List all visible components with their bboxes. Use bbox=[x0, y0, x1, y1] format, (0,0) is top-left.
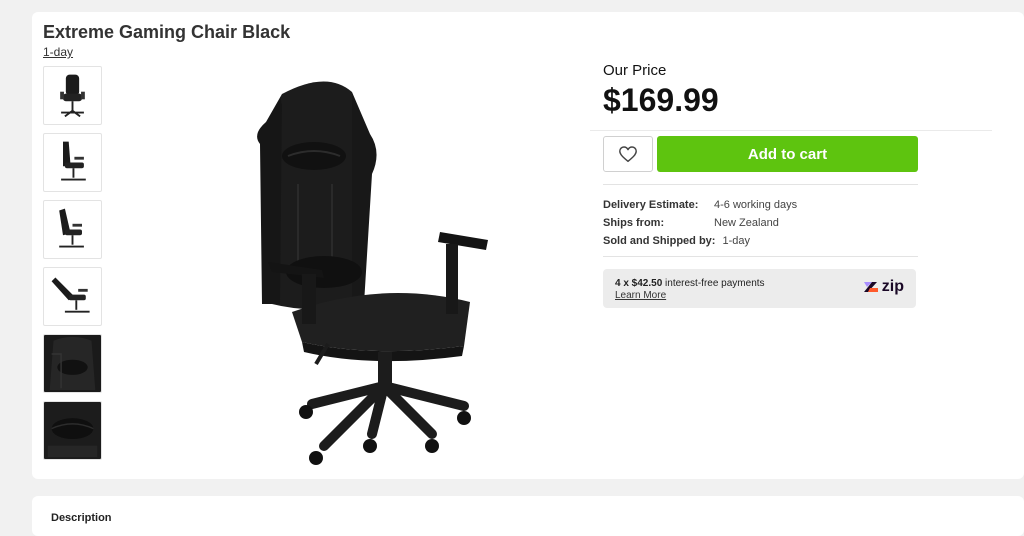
ships-from-value: New Zealand bbox=[714, 217, 779, 229]
zip-logo-text: zip bbox=[881, 278, 904, 295]
delivery-estimate-row: Delivery Estimate: 4-6 working days bbox=[603, 196, 918, 214]
description-title: Description bbox=[51, 512, 112, 524]
ships-from-row: Ships from: New Zealand bbox=[603, 214, 918, 232]
sold-by-label: Sold and Shipped by: bbox=[603, 235, 716, 247]
price-value: $169.99 bbox=[603, 82, 719, 118]
seller-link[interactable]: 1-day bbox=[43, 45, 73, 59]
delivery-estimate-value: 4-6 working days bbox=[714, 199, 798, 211]
zip-logo-icon bbox=[863, 282, 878, 292]
thumbnail-headrest-detail[interactable] bbox=[43, 334, 102, 393]
zip-installment-text: interest-free payments bbox=[665, 278, 765, 289]
product-title: Extreme Gaming Chair Black bbox=[43, 22, 291, 42]
price-label: Our Price bbox=[603, 62, 667, 79]
purchase-panel: Our Price $169.99 bbox=[603, 62, 918, 118]
delivery-estimate-label: Delivery Estimate: bbox=[603, 199, 699, 211]
delivery-details: Delivery Estimate: 4-6 working days Ship… bbox=[603, 196, 918, 250]
thumbnail-side[interactable] bbox=[43, 133, 102, 192]
zip-payment-banner: 4 x $42.50 interest-free payments Learn … bbox=[603, 269, 916, 308]
sold-by-value: 1-day bbox=[722, 235, 751, 247]
thumbnail-full-recline[interactable] bbox=[43, 267, 102, 326]
zip-installment-amount: 4 x $42.50 bbox=[615, 278, 663, 289]
thumbnail-lumbar-detail[interactable] bbox=[43, 401, 102, 460]
thumbnail-front[interactable] bbox=[43, 66, 102, 125]
heart-icon bbox=[619, 146, 637, 163]
thumbnail-side-recline[interactable] bbox=[43, 200, 102, 259]
add-to-cart-button[interactable]: Add to cart bbox=[657, 136, 918, 172]
main-product-image bbox=[232, 74, 512, 469]
zip-logo: zip bbox=[863, 278, 904, 296]
purchase-actions: Add to cart bbox=[603, 136, 918, 172]
description-section: Description bbox=[32, 496, 1024, 536]
sold-by-row: Sold and Shipped by: 1-day bbox=[603, 232, 918, 250]
wishlist-button[interactable] bbox=[603, 136, 653, 172]
divider bbox=[590, 130, 992, 131]
divider bbox=[603, 256, 918, 257]
divider bbox=[603, 184, 918, 185]
ships-from-label: Ships from: bbox=[603, 217, 665, 229]
zip-payment-text: 4 x $42.50 interest-free payments bbox=[615, 278, 765, 289]
thumbnail-list bbox=[43, 66, 105, 468]
zip-learn-more-link[interactable]: Learn More bbox=[615, 290, 666, 301]
